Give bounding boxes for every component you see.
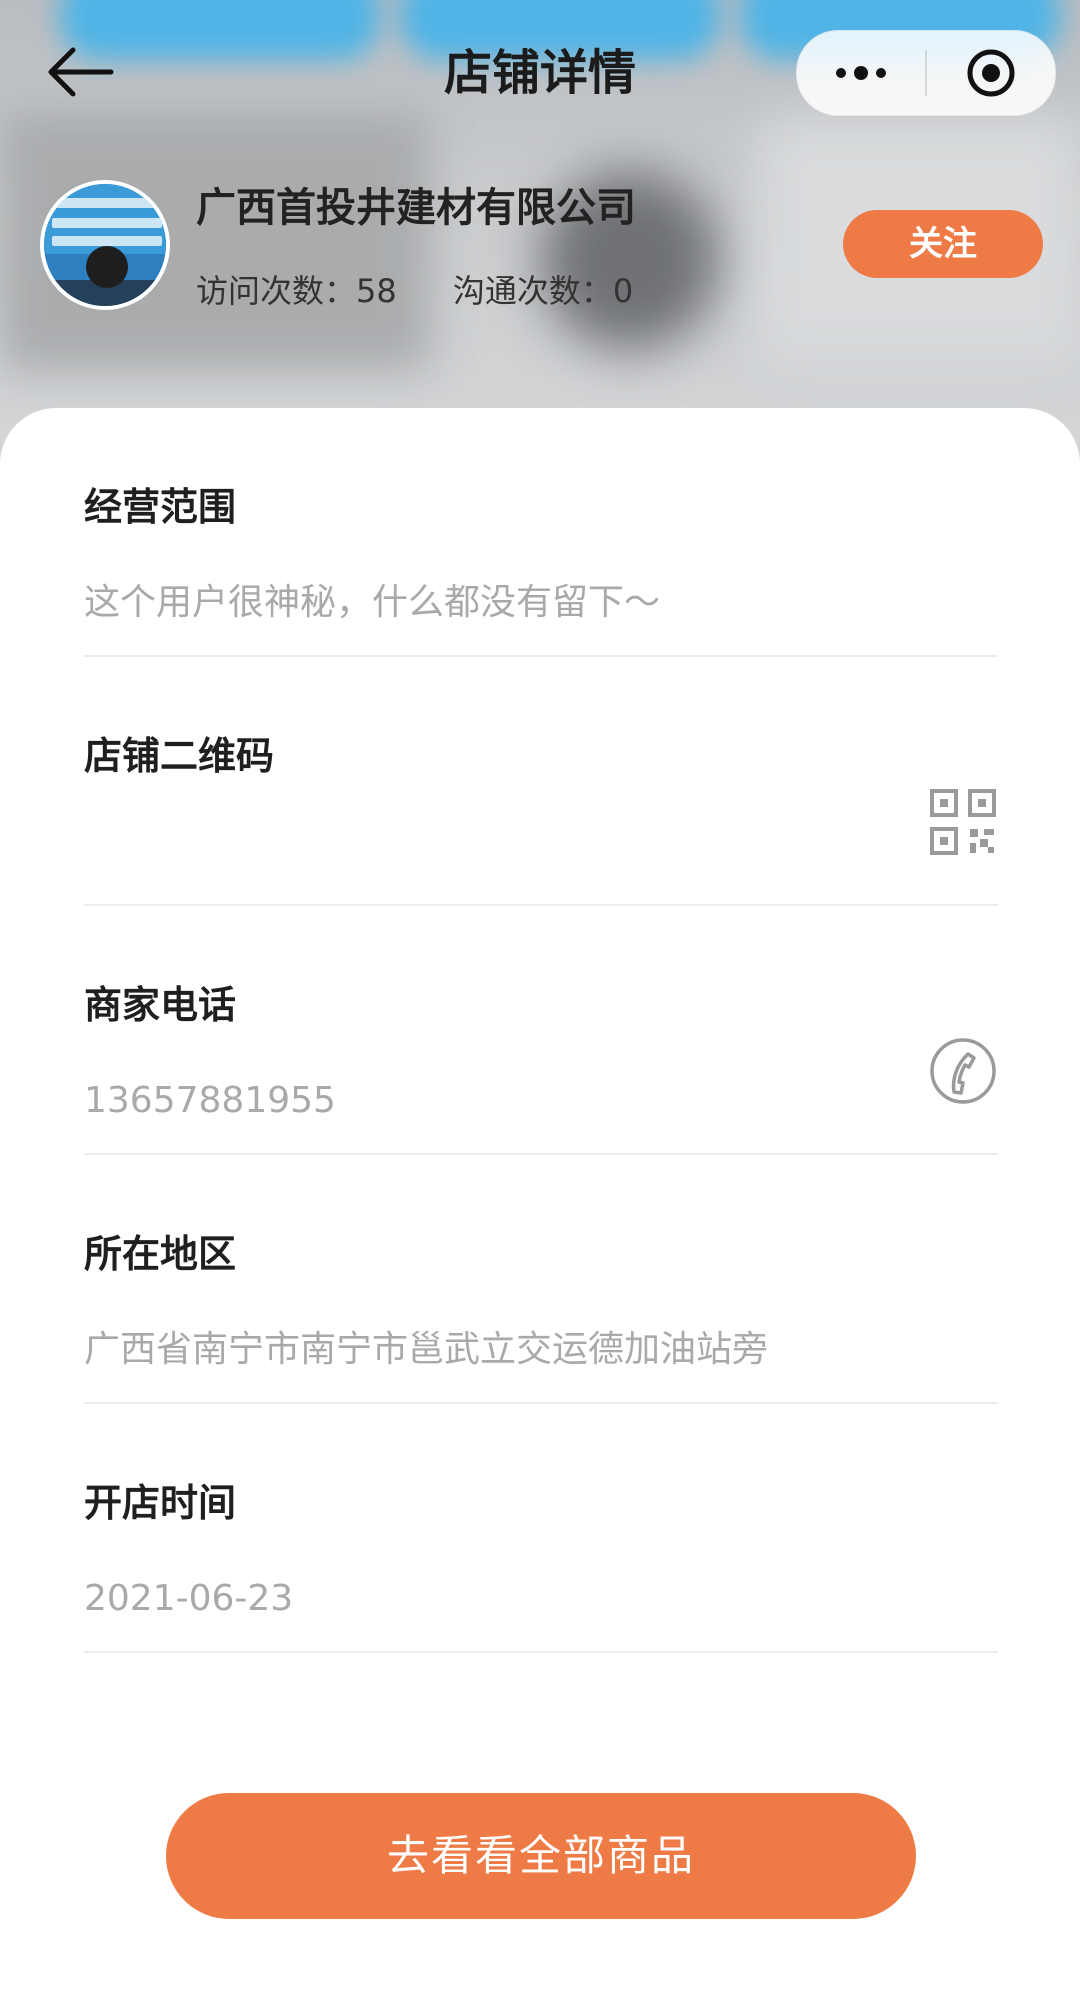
visit-count: 访问次数：58 <box>196 272 397 310</box>
more-button[interactable] <box>797 31 925 115</box>
chat-count: 沟通次数：0 <box>452 272 634 310</box>
view-all-products-button[interactable]: 去看看全部商品 <box>166 1793 916 1919</box>
avatar-image-part <box>52 218 162 228</box>
avatar-image-part <box>52 236 162 246</box>
region-section: 所在地区 广西省南宁市南宁市邕武立交运德加油站旁 <box>84 1155 998 1404</box>
shop-stats: 访问次数：58 沟通次数：0 <box>196 268 633 314</box>
merchant-phone-value[interactable]: 13657881955 <box>84 1076 336 1126</box>
qrcode-button[interactable] <box>928 787 998 857</box>
qr-code-icon <box>930 789 996 855</box>
avatar-image-part <box>86 246 128 288</box>
shop-avatar[interactable] <box>40 180 170 310</box>
business-scope-value: 这个用户很神秘，什么都没有留下～ <box>84 582 661 623</box>
shop-details-card: 经营范围 这个用户很神秘，什么都没有留下～ 店铺二维码 商家电话 1365788… <box>0 408 1080 1990</box>
business-scope-section: 经营范围 这个用户很神秘，什么都没有留下～ <box>84 408 998 657</box>
phone-icon <box>930 1038 996 1104</box>
section-title: 经营范围 <box>84 485 237 529</box>
target-circle-icon <box>967 49 1015 97</box>
follow-button[interactable]: 关注 <box>843 210 1043 278</box>
shop-name: 广西首投井建材有限公司 <box>196 185 636 231</box>
more-dots-icon <box>836 66 886 80</box>
open-date-section: 开店时间 2021-06-23 <box>84 1404 998 1653</box>
section-title: 所在地区 <box>84 1232 237 1276</box>
section-title: 开店时间 <box>84 1481 237 1525</box>
region-value: 广西省南宁市南宁市邕武立交运德加油站旁 <box>84 1329 769 1370</box>
mini-program-capsule <box>796 30 1056 116</box>
avatar-image-part <box>52 198 162 208</box>
open-date-value: 2021-06-23 <box>84 1578 294 1619</box>
section-title: 商家电话 <box>84 983 237 1027</box>
section-title: 店铺二维码 <box>84 734 275 778</box>
close-mini-program-button[interactable] <box>927 31 1055 115</box>
merchant-phone-section: 商家电话 13657881955 <box>84 906 998 1155</box>
call-button[interactable] <box>928 1036 998 1106</box>
shop-qrcode-section[interactable]: 店铺二维码 <box>84 657 998 906</box>
